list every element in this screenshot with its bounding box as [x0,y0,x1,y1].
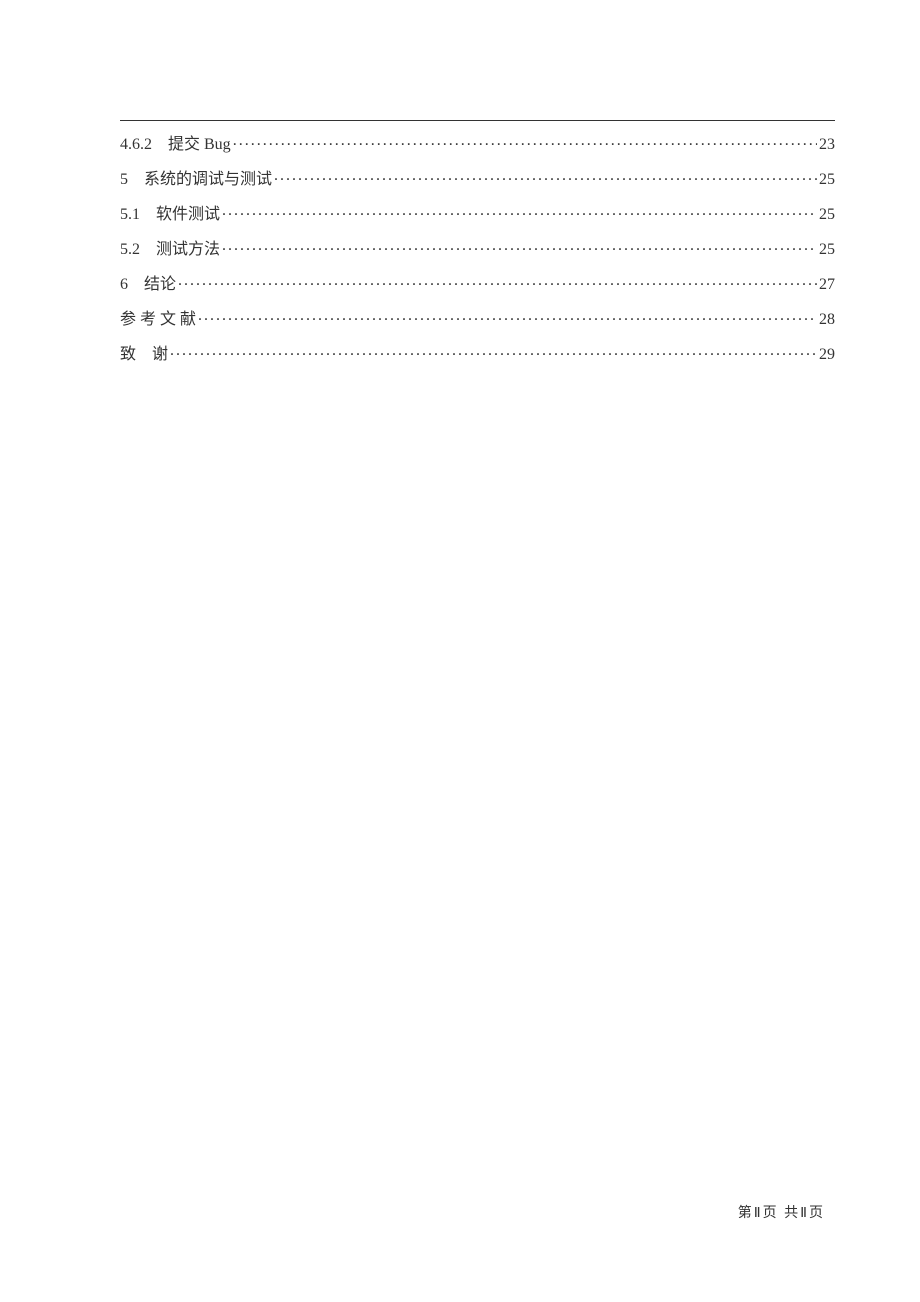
toc-entry: 4.6.2 提交 Bug 23 [120,133,835,153]
toc-leader [222,238,817,254]
toc-page-number: 25 [819,242,835,258]
toc-leader [198,308,817,324]
page-container: 4.6.2 提交 Bug 23 5 系统的调试与测试 25 5.1 软件测试 2… [0,0,920,1302]
toc-leader [233,133,817,149]
toc-leader [170,343,817,359]
toc-entry: 5.2 测试方法 25 [120,238,835,258]
toc-label: 致 谢 [120,347,168,363]
toc-page-number: 28 [819,312,835,328]
toc-page-number: 23 [819,137,835,153]
page-number-text: 第Ⅱ页 共Ⅱ页 [738,1206,825,1221]
toc-entry: 5 系统的调试与测试 25 [120,168,835,188]
toc-page-number: 25 [819,207,835,223]
toc-entry: 5.1 软件测试 25 [120,203,835,223]
toc-entry: 致 谢 29 [120,343,835,363]
toc-leader [274,168,817,184]
toc-label: 5.2 测试方法 [120,242,220,258]
toc-page-number: 25 [819,172,835,188]
toc-page-number: 27 [819,277,835,293]
toc-label: 6 结论 [120,277,176,293]
toc-label: 4.6.2 提交 Bug [120,137,231,153]
toc-label: 5 系统的调试与测试 [120,172,272,188]
header-rule [120,120,835,121]
toc-leader [178,273,817,289]
toc-entry: 6 结论 27 [120,273,835,293]
toc-label: 5.1 软件测试 [120,207,220,223]
toc-label: 参 考 文 献 [120,312,196,328]
toc-page-number: 29 [819,347,835,363]
page-footer: 第Ⅱ页 共Ⅱ页 [738,1202,825,1222]
table-of-contents: 4.6.2 提交 Bug 23 5 系统的调试与测试 25 5.1 软件测试 2… [120,133,835,363]
toc-leader [222,203,817,219]
toc-entry: 参 考 文 献 28 [120,308,835,328]
